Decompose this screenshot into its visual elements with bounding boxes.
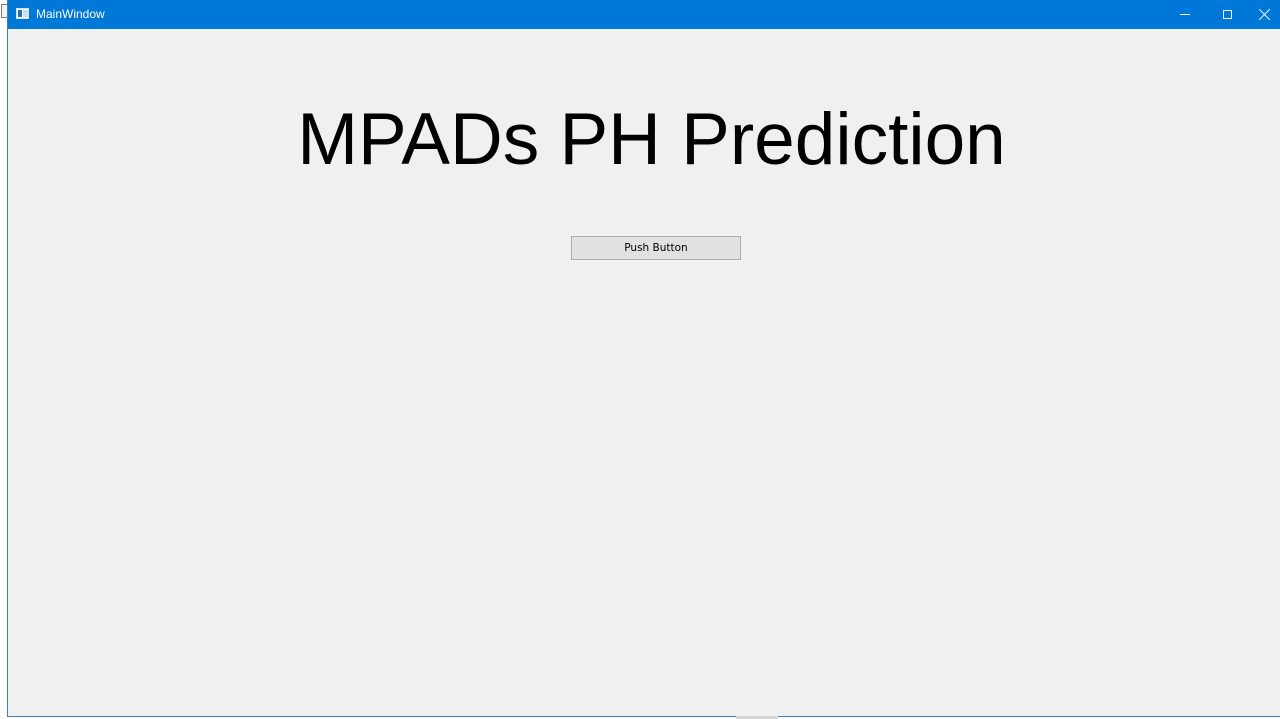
minimize-icon xyxy=(1180,14,1190,15)
window-title: MainWindow xyxy=(36,7,105,21)
app-window-icon xyxy=(16,8,29,19)
title-bar[interactable]: MainWindow xyxy=(8,0,1280,29)
page-heading: MPADs PH Prediction xyxy=(297,99,1006,180)
desktop-background xyxy=(0,0,7,719)
minimize-button[interactable] xyxy=(1164,0,1206,29)
push-button[interactable]: Push Button xyxy=(571,236,741,260)
main-window: MainWindow MPADs PH Prediction Push Butt… xyxy=(7,0,1280,717)
close-button[interactable] xyxy=(1248,0,1280,29)
maximize-button[interactable] xyxy=(1206,0,1248,29)
close-icon xyxy=(1259,9,1270,20)
maximize-icon xyxy=(1222,10,1232,19)
